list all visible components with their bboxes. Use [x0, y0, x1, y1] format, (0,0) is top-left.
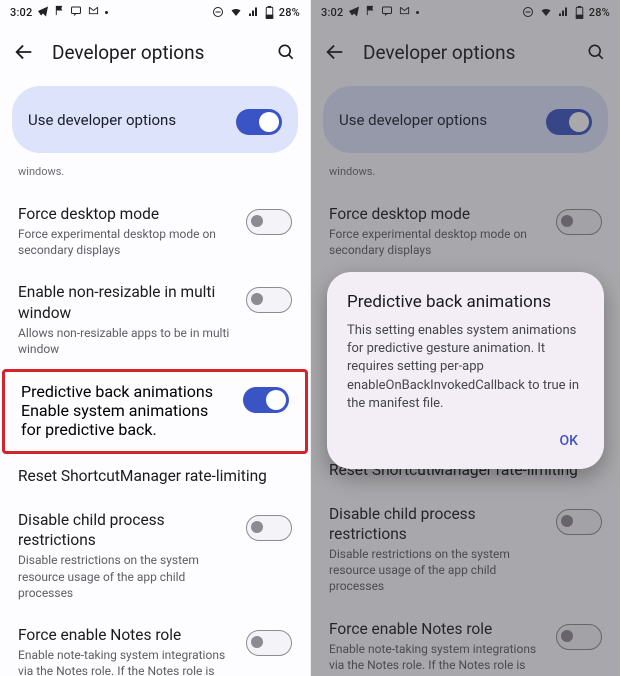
app-bar: Developer options: [311, 24, 620, 80]
dnd-icon: [212, 6, 224, 18]
page-title: Developer options: [52, 41, 258, 64]
row-nonresizable[interactable]: Enable non-resizable in multi window All…: [0, 270, 310, 369]
battery-pct: 28%: [589, 6, 610, 19]
toggle-nonresizable[interactable]: [246, 287, 292, 313]
screenshot-left: 3:02 28% Developer options Use de: [0, 0, 310, 676]
battery-pct: 28%: [279, 6, 300, 19]
row-fragment-top: windows.: [311, 163, 620, 192]
row-fragment-top: windows.: [0, 163, 310, 192]
flag-icon: [365, 5, 376, 19]
row-notes-role[interactable]: Force enable Notes role Enable note-taki…: [311, 607, 620, 676]
gmail-icon: [398, 5, 411, 19]
chat-icon: [381, 5, 393, 20]
dialog-body: This setting enables system animations f…: [347, 322, 584, 413]
row-child-process[interactable]: Disable child process restrictions Disab…: [0, 498, 310, 613]
dialog-predictive-back: Predictive back animations This setting …: [327, 272, 604, 469]
row-notes-role[interactable]: Force enable Notes role Enable note-taki…: [0, 613, 310, 676]
master-toggle-row[interactable]: Use developer options: [323, 86, 608, 153]
battery-icon: [575, 6, 584, 19]
chat-icon: [70, 5, 82, 20]
status-bar: 3:02 28%: [311, 0, 620, 24]
app-bar: Developer options: [0, 24, 310, 80]
toggle-force-desktop[interactable]: [556, 209, 602, 235]
status-time: 3:02: [10, 6, 32, 19]
back-button[interactable]: [321, 38, 349, 66]
toggle-force-desktop[interactable]: [246, 209, 292, 235]
master-toggle-label: Use developer options: [28, 111, 176, 129]
row-reset-shortcut[interactable]: Reset ShortcutManager rate-limiting: [0, 454, 310, 498]
toggle-child-process[interactable]: [246, 515, 292, 541]
gmail-icon: [87, 5, 100, 19]
status-bar: 3:02 28%: [0, 0, 310, 24]
toggle-notes-role[interactable]: [556, 624, 602, 650]
master-toggle[interactable]: [546, 109, 592, 135]
toggle-predictive-back[interactable]: [243, 387, 289, 413]
master-toggle-row[interactable]: Use developer options: [12, 86, 298, 153]
row-force-desktop[interactable]: Force desktop mode Force experimental de…: [311, 192, 620, 271]
dialog-title: Predictive back animations: [347, 292, 584, 312]
status-time: 3:02: [321, 6, 343, 19]
dialog-ok-button[interactable]: OK: [554, 427, 585, 455]
search-button[interactable]: [272, 38, 300, 66]
master-toggle-label: Use developer options: [339, 111, 487, 129]
flag-icon: [54, 5, 65, 19]
row-child-process[interactable]: Disable child process restrictions Disab…: [311, 492, 620, 607]
toggle-child-process[interactable]: [556, 509, 602, 535]
wifi-icon: [229, 6, 243, 18]
dot-icon: [105, 11, 108, 14]
signal-icon: [248, 6, 260, 18]
back-button[interactable]: [10, 38, 38, 66]
telegram-icon: [37, 5, 49, 20]
battery-icon: [265, 6, 274, 19]
telegram-icon: [348, 5, 360, 20]
signal-icon: [558, 6, 570, 18]
wifi-icon: [539, 6, 553, 18]
row-predictive-back[interactable]: Predictive back animations Enable system…: [2, 369, 308, 454]
row-force-desktop[interactable]: Force desktop mode Force experimental de…: [0, 192, 310, 271]
master-toggle[interactable]: [236, 109, 282, 135]
toggle-notes-role[interactable]: [246, 630, 292, 656]
page-title: Developer options: [363, 41, 568, 64]
search-button[interactable]: [582, 38, 610, 66]
settings-list[interactable]: Use developer options windows. Force des…: [0, 80, 310, 676]
dot-icon: [416, 11, 419, 14]
screenshot-right: 3:02 28% Developer options Use de: [310, 0, 620, 676]
dnd-icon: [522, 6, 534, 18]
